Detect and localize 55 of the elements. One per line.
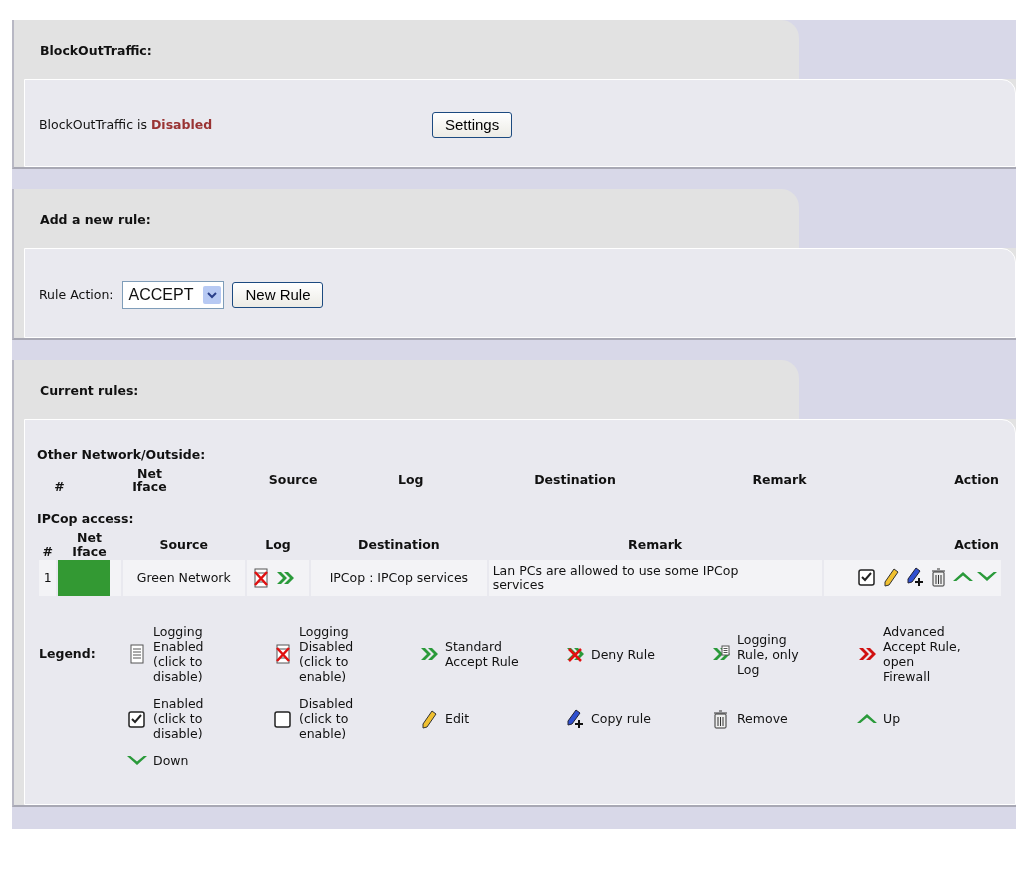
column-header: Action bbox=[954, 536, 999, 552]
pencil-icon bbox=[419, 708, 439, 729]
legend-text: Logging Rule, only Log bbox=[737, 631, 800, 677]
column-header: Net Iface bbox=[131, 466, 168, 494]
legend-text: Edit bbox=[445, 711, 470, 727]
column-header: Log bbox=[265, 536, 291, 552]
pencil-plus-icon bbox=[565, 708, 585, 729]
status-text: BlockOutTraffic is Disabled bbox=[39, 115, 214, 134]
legend-text: Copy rule bbox=[591, 711, 651, 727]
legend-text: Up bbox=[883, 711, 901, 727]
settings-button[interactable]: Settings bbox=[432, 111, 513, 139]
legend-title: Legend: bbox=[38, 644, 97, 663]
column-header: Source bbox=[268, 472, 318, 488]
pencil-icon[interactable] bbox=[881, 566, 901, 587]
column-header: # bbox=[54, 479, 65, 495]
legend-text: Remove bbox=[737, 711, 788, 727]
column-header: Destination bbox=[534, 472, 616, 488]
legend-text: Enabled (click to disable) bbox=[153, 696, 205, 742]
checkbox-icon bbox=[273, 708, 293, 729]
legend-text: Logging Enabled (click to disable) bbox=[153, 624, 205, 685]
column-header: Net Iface bbox=[71, 530, 108, 559]
column-header: Log bbox=[398, 472, 424, 488]
row-number: 1 bbox=[43, 570, 52, 586]
column-header: Remark bbox=[752, 472, 807, 488]
legend-text: Disabled (click to enable) bbox=[299, 696, 355, 742]
section-title: IPCop access: bbox=[37, 510, 135, 528]
rule-action-select[interactable]: ACCEPT bbox=[121, 281, 225, 309]
legend-text: Deny Rule bbox=[591, 646, 655, 662]
caret-icon[interactable] bbox=[203, 286, 222, 304]
legend-text: Advanced Accept Rule, open Firewall bbox=[883, 624, 962, 685]
legend-text: Down bbox=[153, 753, 189, 769]
new-rule-button[interactable]: New Rule bbox=[232, 281, 324, 309]
column-header: Source bbox=[159, 536, 208, 552]
down-chevron-icon bbox=[127, 756, 147, 766]
field-label: Rule Action: bbox=[39, 285, 114, 304]
column-header: # bbox=[42, 543, 53, 559]
destination-text: IPCop : IPCop services bbox=[329, 571, 469, 586]
source-text: Green Network bbox=[136, 570, 231, 586]
column-header: Remark bbox=[628, 536, 683, 552]
section-title: Other Network/Outside: bbox=[37, 445, 207, 464]
down-chevron-icon[interactable] bbox=[977, 572, 997, 582]
column-header: Action bbox=[954, 472, 999, 488]
remark-text: Lan PCs are allowed to use some IPCop services bbox=[492, 563, 740, 593]
legend-text: Logging Disabled (click to enable) bbox=[299, 624, 355, 685]
up-chevron-icon bbox=[857, 714, 877, 724]
panel-title: Current rules: bbox=[40, 383, 139, 398]
legend-text: Standard Accept Rule bbox=[445, 639, 520, 670]
column-header: Destination bbox=[358, 536, 440, 552]
log-disabled-icon bbox=[273, 644, 293, 665]
pencil-plus-icon[interactable] bbox=[905, 566, 925, 587]
checkbox-checked-icon bbox=[127, 708, 147, 729]
panel-title: BlockOutTraffic: bbox=[40, 43, 152, 58]
panel-title: Add a new rule: bbox=[40, 212, 151, 228]
checkbox-checked-icon[interactable] bbox=[857, 566, 877, 587]
log-enabled-icon bbox=[127, 644, 147, 665]
